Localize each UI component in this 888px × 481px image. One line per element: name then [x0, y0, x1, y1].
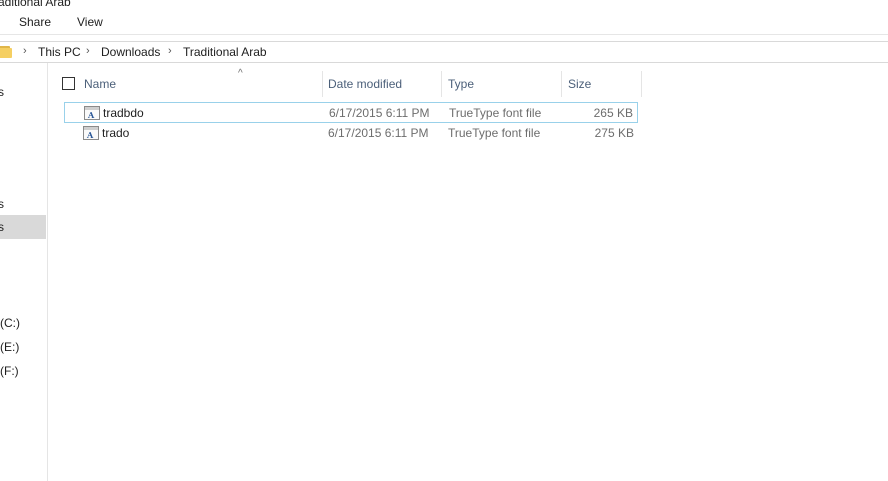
file-row[interactable]: A trado 6/17/2015 6:11 PM TrueType font …	[64, 123, 638, 144]
file-type: TrueType font file	[448, 126, 541, 140]
breadcrumb-separator[interactable]: ›	[23, 45, 27, 57]
breadcrumb-this-pc[interactable]: This PC	[38, 45, 81, 59]
column-header-name[interactable]: Name	[78, 71, 322, 97]
nav-item-label: (C:)	[0, 316, 20, 330]
ribbon-tabs: Share View	[0, 10, 888, 34]
breadcrumb-separator[interactable]: ›	[86, 45, 90, 57]
folder-icon	[0, 45, 13, 58]
address-bar[interactable]: › This PC › Downloads › Traditional Arab	[0, 41, 888, 63]
column-header-label: Date modified	[328, 77, 403, 91]
nav-item-drive-f[interactable]: (F:)	[0, 359, 46, 383]
file-date-modified: 6/17/2015 6:11 PM	[328, 126, 429, 140]
nav-item-label: s	[0, 220, 4, 234]
nav-item-label: (F:)	[0, 364, 19, 378]
file-row[interactable]: A tradbdo 6/17/2015 6:11 PM TrueType fon…	[64, 102, 638, 123]
select-all-checkbox[interactable]	[62, 77, 75, 90]
font-file-icon: A	[83, 126, 99, 140]
column-header-type[interactable]: Type	[441, 71, 561, 97]
nav-item-drive-e[interactable]: (E:)	[0, 335, 46, 359]
file-explorer-window: raditional Arab Share View › This PC › D…	[0, 0, 888, 481]
file-size: 275 KB	[594, 126, 634, 140]
column-header-label: Type	[448, 77, 475, 91]
column-divider[interactable]	[641, 71, 642, 97]
column-header-label: Size	[568, 77, 592, 91]
nav-item-label: s	[0, 197, 4, 211]
font-file-icon: A	[84, 106, 100, 120]
breadcrumb-traditional-arab[interactable]: Traditional Arab	[183, 45, 267, 59]
nav-item-label: s	[0, 85, 4, 99]
nav-item-drive-c[interactable]: (C:)	[0, 311, 46, 335]
nav-item[interactable]: s	[0, 80, 46, 104]
breadcrumb-separator[interactable]: ›	[168, 45, 172, 57]
navigation-pane: s s s (C:) (E:) (F:)	[0, 63, 48, 481]
nav-item-label: (E:)	[0, 340, 20, 354]
column-header-date-modified[interactable]: Date modified	[322, 71, 441, 97]
nav-item[interactable]: s	[0, 192, 46, 216]
tab-share[interactable]: Share	[19, 15, 51, 29]
column-header-size[interactable]: Size	[561, 71, 641, 97]
file-name: tradbdo	[103, 106, 144, 120]
file-name: trado	[102, 126, 130, 140]
column-header-label: Name	[84, 77, 117, 91]
file-type: TrueType font file	[449, 106, 542, 120]
breadcrumb-downloads[interactable]: Downloads	[101, 45, 160, 59]
ribbon-divider	[0, 34, 888, 35]
file-size: 265 KB	[593, 106, 633, 120]
column-header-row: ^ Name Date modified Type Size	[52, 68, 642, 97]
nav-item-selected[interactable]: s	[0, 215, 46, 239]
tab-view[interactable]: View	[77, 15, 103, 29]
file-date-modified: 6/17/2015 6:11 PM	[329, 106, 430, 120]
window-title: raditional Arab	[0, 0, 71, 9]
